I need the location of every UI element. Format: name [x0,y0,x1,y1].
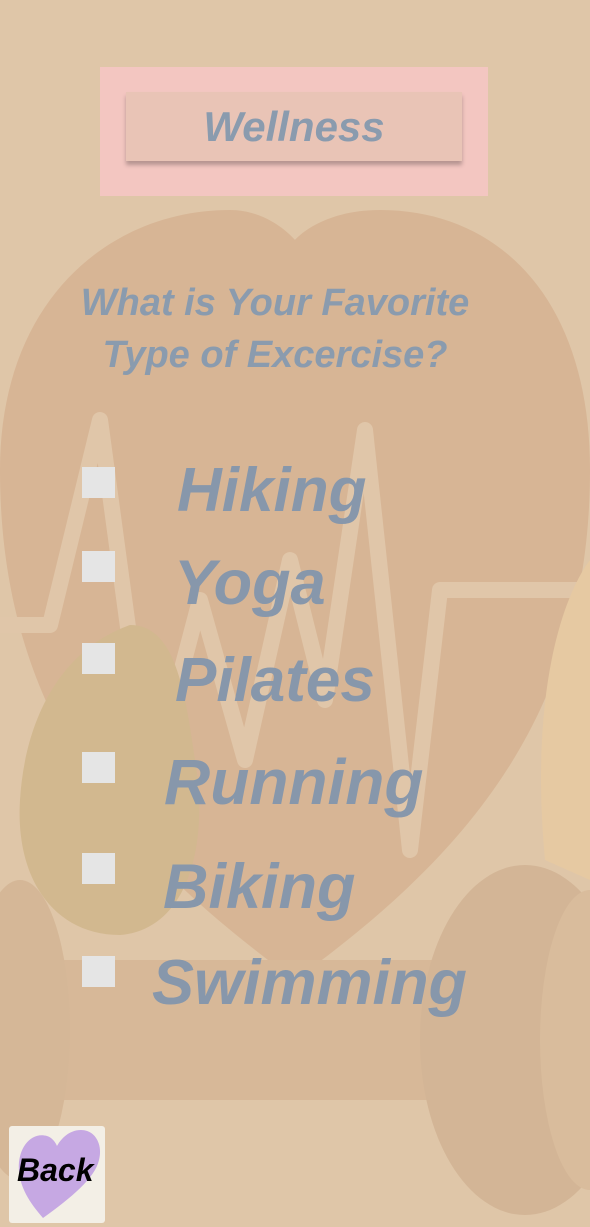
question-line-2: Type of Excercise? [102,334,448,376]
back-button[interactable]: Back [9,1126,105,1223]
option-label-biking[interactable]: Biking [163,851,356,923]
wellness-label: Wellness [203,102,385,150]
option-label-running[interactable]: Running [164,745,423,819]
checkbox-swimming[interactable] [82,956,115,987]
question-line-1: What is Your Favorite [80,282,470,324]
checkbox-biking[interactable] [82,853,115,884]
back-label: Back [17,1152,94,1188]
wellness-button[interactable]: Wellness [126,92,462,161]
checkbox-hiking[interactable] [82,467,115,498]
checkbox-yoga[interactable] [82,551,115,582]
question-title: What is Your Favorite Type of Excercise? [40,277,510,381]
option-label-hiking[interactable]: Hiking [177,455,366,526]
option-label-pilates[interactable]: Pilates [175,645,375,716]
option-label-yoga[interactable]: Yoga [174,547,326,619]
option-label-swimming[interactable]: Swimming [152,947,467,1019]
header-frame: Wellness [100,67,488,196]
checkbox-running[interactable] [82,752,115,783]
checkbox-pilates[interactable] [82,643,115,674]
